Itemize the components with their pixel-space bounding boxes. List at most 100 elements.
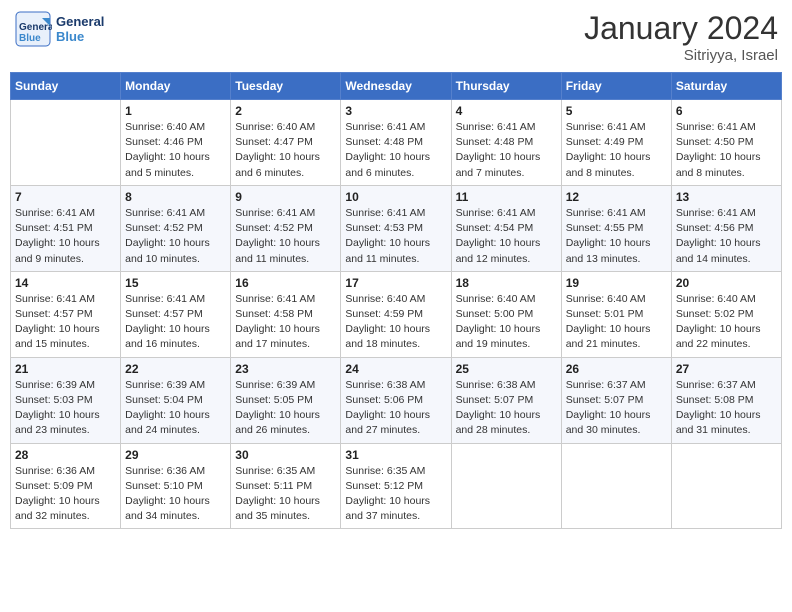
day-number: 31: [345, 448, 446, 462]
day-number: 1: [125, 104, 226, 118]
day-number: 9: [235, 190, 336, 204]
calendar-day-cell: [671, 443, 781, 529]
day-number: 14: [15, 276, 116, 290]
day-number: 15: [125, 276, 226, 290]
day-number: 7: [15, 190, 116, 204]
svg-text:General: General: [19, 22, 52, 33]
day-number: 28: [15, 448, 116, 462]
day-number: 21: [15, 362, 116, 376]
title-block: January 2024 Sitriyya, Israel: [584, 10, 778, 64]
calendar-day-cell: 27Sunrise: 6:37 AMSunset: 5:08 PMDayligh…: [671, 357, 781, 443]
day-info: Sunrise: 6:41 AMSunset: 4:49 PMDaylight:…: [566, 120, 667, 181]
day-info: Sunrise: 6:40 AMSunset: 4:47 PMDaylight:…: [235, 120, 336, 181]
logo-text-line1: General: [56, 14, 104, 29]
day-info: Sunrise: 6:40 AMSunset: 4:59 PMDaylight:…: [345, 292, 446, 353]
calendar-day-cell: 25 Sunrise: 6:38 AMSunset: 5:07 PMDayligh…: [451, 357, 561, 443]
day-info: Sunrise: 6:41 AMSunset: 4:53 PMDaylight:…: [345, 206, 446, 267]
calendar-day-cell: [451, 443, 561, 529]
day-number: 10: [345, 190, 446, 204]
day-number: 20: [676, 276, 777, 290]
page-header: General Blue General Blue January 2024 S…: [10, 10, 782, 64]
calendar-day-cell: 22Sunrise: 6:39 AMSunset: 5:04 PMDayligh…: [121, 357, 231, 443]
calendar-day-cell: 14 Sunrise: 6:41 AMSunset: 4:57 PMDayligh…: [11, 271, 121, 357]
day-number: 17: [345, 276, 446, 290]
day-number: 8: [125, 190, 226, 204]
calendar-day-cell: 10 Sunrise: 6:41 AMSunset: 4:53 PMDayligh…: [341, 185, 451, 271]
calendar-day-cell: 23 Sunrise: 6:39 AMSunset: 5:05 PMDayligh…: [231, 357, 341, 443]
calendar-header-row: SundayMondayTuesdayWednesdayThursdayFrid…: [11, 73, 782, 100]
day-number: 13: [676, 190, 777, 204]
calendar-week-row: 1Sunrise: 6:40 AMSunset: 4:46 PMDaylight…: [11, 100, 782, 186]
day-number: 30: [235, 448, 336, 462]
calendar-table: SundayMondayTuesdayWednesdayThursdayFrid…: [10, 72, 782, 529]
day-info: Sunrise: 6:40 AMSunset: 5:02 PMDaylight:…: [676, 292, 777, 353]
calendar-week-row: 7 Sunrise: 6:41 AMSunset: 4:51 PMDaylight…: [11, 185, 782, 271]
calendar-day-cell: 31 Sunrise: 6:35 AMSunset: 5:12 PMDayligh…: [341, 443, 451, 529]
location-subtitle: Sitriyya, Israel: [584, 47, 778, 64]
day-info: Sunrise: 6:35 AMSunset: 5:12 PMDaylight:…: [345, 464, 446, 525]
day-info: Sunrise: 6:38 AMSunset: 5:07 PMDaylight:…: [456, 378, 557, 439]
month-title: January 2024: [584, 10, 778, 47]
day-info: Sunrise: 6:38 AMSunset: 5:06 PMDaylight:…: [345, 378, 446, 439]
day-info: Sunrise: 6:41 AMSunset: 4:54 PMDaylight:…: [456, 206, 557, 267]
day-number: 12: [566, 190, 667, 204]
day-number: 18: [456, 276, 557, 290]
calendar-day-cell: 26 Sunrise: 6:37 AMSunset: 5:07 PMDayligh…: [561, 357, 671, 443]
calendar-day-cell: 16 Sunrise: 6:41 AMSunset: 4:58 PMDayligh…: [231, 271, 341, 357]
logo: General Blue General Blue: [14, 10, 104, 48]
day-info: Sunrise: 6:41 AMSunset: 4:48 PMDaylight:…: [345, 120, 446, 181]
calendar-day-cell: 11Sunrise: 6:41 AMSunset: 4:54 PMDayligh…: [451, 185, 561, 271]
day-info: Sunrise: 6:41 AMSunset: 4:51 PMDaylight:…: [15, 206, 116, 267]
calendar-day-cell: 24 Sunrise: 6:38 AMSunset: 5:06 PMDayligh…: [341, 357, 451, 443]
day-info: Sunrise: 6:41 AMSunset: 4:58 PMDaylight:…: [235, 292, 336, 353]
day-number: 27: [676, 362, 777, 376]
day-number: 5: [566, 104, 667, 118]
calendar-day-cell: 4 Sunrise: 6:41 AMSunset: 4:48 PMDaylight…: [451, 100, 561, 186]
calendar-day-cell: 8 Sunrise: 6:41 AMSunset: 4:52 PMDaylight…: [121, 185, 231, 271]
logo-icon: General Blue: [14, 10, 52, 48]
day-info: Sunrise: 6:41 AMSunset: 4:52 PMDaylight:…: [125, 206, 226, 267]
day-info: Sunrise: 6:39 AMSunset: 5:05 PMDaylight:…: [235, 378, 336, 439]
calendar-day-cell: 9Sunrise: 6:41 AMSunset: 4:52 PMDaylight…: [231, 185, 341, 271]
day-number: 4: [456, 104, 557, 118]
day-of-week-header: Monday: [121, 73, 231, 100]
calendar-day-cell: 30Sunrise: 6:35 AMSunset: 5:11 PMDayligh…: [231, 443, 341, 529]
calendar-day-cell: 18 Sunrise: 6:40 AMSunset: 5:00 PMDayligh…: [451, 271, 561, 357]
day-number: 29: [125, 448, 226, 462]
day-number: 16: [235, 276, 336, 290]
logo-text-line2: Blue: [56, 29, 104, 44]
calendar-day-cell: 29 Sunrise: 6:36 AMSunset: 5:10 PMDayligh…: [121, 443, 231, 529]
calendar-day-cell: 5 Sunrise: 6:41 AMSunset: 4:49 PMDaylight…: [561, 100, 671, 186]
day-number: 26: [566, 362, 667, 376]
day-of-week-header: Thursday: [451, 73, 561, 100]
calendar-day-cell: 1Sunrise: 6:40 AMSunset: 4:46 PMDaylight…: [121, 100, 231, 186]
calendar-day-cell: 15 Sunrise: 6:41 AMSunset: 4:57 PMDayligh…: [121, 271, 231, 357]
day-info: Sunrise: 6:41 AMSunset: 4:50 PMDaylight:…: [676, 120, 777, 181]
day-info: Sunrise: 6:40 AMSunset: 5:01 PMDaylight:…: [566, 292, 667, 353]
calendar-week-row: 21 Sunrise: 6:39 AMSunset: 5:03 PMDayligh…: [11, 357, 782, 443]
calendar-week-row: 14 Sunrise: 6:41 AMSunset: 4:57 PMDayligh…: [11, 271, 782, 357]
day-info: Sunrise: 6:41 AMSunset: 4:57 PMDaylight:…: [125, 292, 226, 353]
calendar-day-cell: 3 Sunrise: 6:41 AMSunset: 4:48 PMDaylight…: [341, 100, 451, 186]
day-info: Sunrise: 6:39 AMSunset: 5:03 PMDaylight:…: [15, 378, 116, 439]
calendar-day-cell: 12Sunrise: 6:41 AMSunset: 4:55 PMDayligh…: [561, 185, 671, 271]
day-of-week-header: Wednesday: [341, 73, 451, 100]
calendar-day-cell: 21 Sunrise: 6:39 AMSunset: 5:03 PMDayligh…: [11, 357, 121, 443]
day-info: Sunrise: 6:37 AMSunset: 5:07 PMDaylight:…: [566, 378, 667, 439]
day-info: Sunrise: 6:41 AMSunset: 4:57 PMDaylight:…: [15, 292, 116, 353]
calendar-day-cell: 2Sunrise: 6:40 AMSunset: 4:47 PMDaylight…: [231, 100, 341, 186]
day-info: Sunrise: 6:40 AMSunset: 5:00 PMDaylight:…: [456, 292, 557, 353]
svg-text:Blue: Blue: [19, 33, 41, 44]
day-number: 3: [345, 104, 446, 118]
calendar-day-cell: 7 Sunrise: 6:41 AMSunset: 4:51 PMDaylight…: [11, 185, 121, 271]
day-number: 25: [456, 362, 557, 376]
calendar-day-cell: [561, 443, 671, 529]
calendar-day-cell: 28Sunrise: 6:36 AMSunset: 5:09 PMDayligh…: [11, 443, 121, 529]
day-info: Sunrise: 6:41 AMSunset: 4:48 PMDaylight:…: [456, 120, 557, 181]
day-number: 23: [235, 362, 336, 376]
calendar-day-cell: 20 Sunrise: 6:40 AMSunset: 5:02 PMDayligh…: [671, 271, 781, 357]
calendar-week-row: 28Sunrise: 6:36 AMSunset: 5:09 PMDayligh…: [11, 443, 782, 529]
day-number: 24: [345, 362, 446, 376]
day-info: Sunrise: 6:36 AMSunset: 5:10 PMDaylight:…: [125, 464, 226, 525]
day-of-week-header: Sunday: [11, 73, 121, 100]
